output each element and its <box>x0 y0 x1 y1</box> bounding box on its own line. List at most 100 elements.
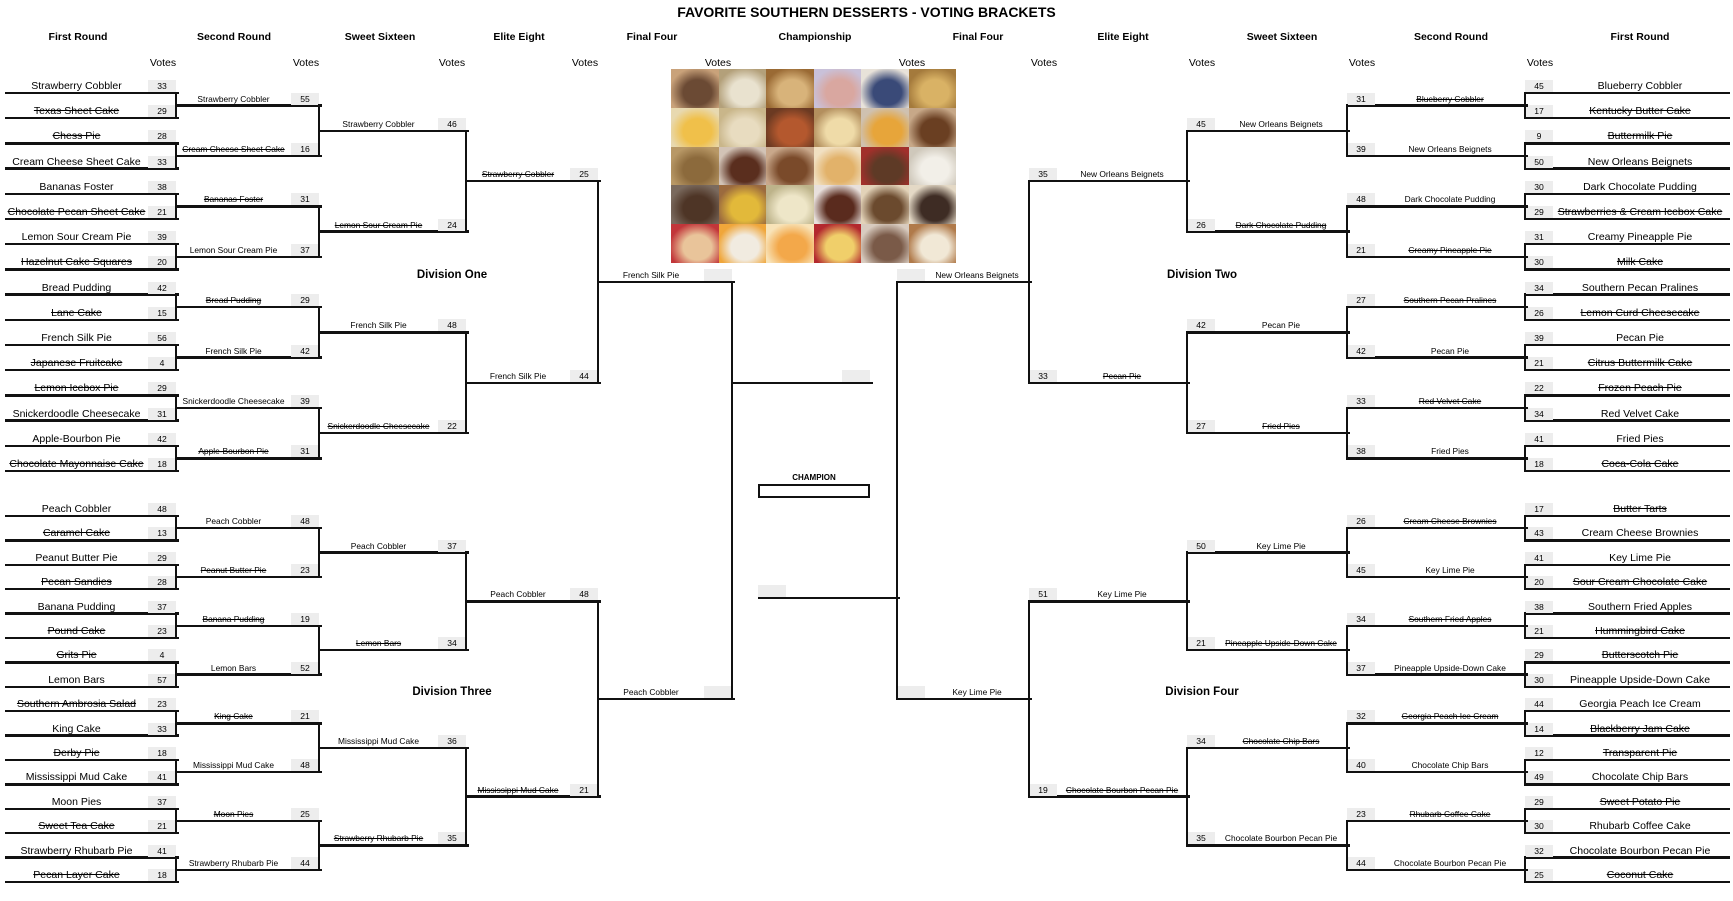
vote-count[interactable]: 18 <box>1525 458 1553 470</box>
vote-count[interactable]: 25 <box>1525 869 1553 881</box>
vote-count[interactable]: 29 <box>1525 649 1553 662</box>
vote-count[interactable]: 40 <box>1347 759 1375 772</box>
vote-count[interactable]: 42 <box>148 281 176 294</box>
vote-count[interactable]: 37 <box>148 795 176 808</box>
vote-count[interactable]: 42 <box>148 432 176 445</box>
vote-count[interactable] <box>842 370 870 382</box>
vote-count[interactable]: 42 <box>291 344 319 357</box>
vote-count[interactable]: 48 <box>291 515 319 528</box>
vote-count[interactable]: 42 <box>1347 344 1375 357</box>
vote-count[interactable]: 30 <box>1525 180 1553 193</box>
vote-count[interactable]: 32 <box>1525 844 1553 857</box>
vote-count[interactable]: 18 <box>148 869 176 881</box>
vote-count[interactable] <box>704 686 732 698</box>
vote-count[interactable]: 24 <box>438 218 466 231</box>
vote-count[interactable]: 9 <box>1525 130 1553 143</box>
vote-count[interactable]: 37 <box>291 243 319 256</box>
vote-count[interactable]: 48 <box>291 759 319 772</box>
vote-count[interactable]: 57 <box>148 673 176 686</box>
vote-count[interactable]: 28 <box>148 576 176 589</box>
vote-count[interactable]: 27 <box>1187 420 1215 433</box>
vote-count[interactable]: 41 <box>148 771 176 784</box>
vote-count[interactable]: 33 <box>148 80 176 92</box>
vote-count[interactable]: 33 <box>1347 395 1375 407</box>
vote-count[interactable]: 31 <box>1525 231 1553 244</box>
vote-count[interactable]: 45 <box>1187 117 1215 130</box>
vote-count[interactable]: 38 <box>148 180 176 193</box>
vote-count[interactable] <box>704 269 732 281</box>
vote-count[interactable]: 33 <box>148 155 176 168</box>
vote-count[interactable]: 39 <box>1347 143 1375 155</box>
vote-count[interactable]: 13 <box>148 527 176 540</box>
vote-count[interactable]: 49 <box>1525 771 1553 784</box>
vote-count[interactable]: 27 <box>1347 294 1375 307</box>
vote-count[interactable]: 12 <box>1525 747 1553 759</box>
vote-count[interactable]: 21 <box>1525 357 1553 370</box>
vote-count[interactable]: 14 <box>1525 722 1553 735</box>
vote-count[interactable]: 29 <box>291 294 319 307</box>
vote-count[interactable]: 41 <box>1525 551 1553 564</box>
vote-count[interactable]: 48 <box>148 503 176 515</box>
vote-count[interactable]: 45 <box>1525 80 1553 92</box>
vote-count[interactable]: 26 <box>1525 306 1553 319</box>
vote-count[interactable]: 21 <box>291 710 319 723</box>
vote-count[interactable]: 50 <box>1525 155 1553 168</box>
vote-count[interactable]: 29 <box>148 382 176 395</box>
vote-count[interactable] <box>758 585 786 597</box>
vote-count[interactable]: 31 <box>291 193 319 206</box>
vote-count[interactable]: 33 <box>148 722 176 735</box>
vote-count[interactable]: 21 <box>148 820 176 833</box>
vote-count[interactable]: 35 <box>1187 832 1215 845</box>
vote-count[interactable]: 44 <box>1525 698 1553 711</box>
vote-count[interactable]: 29 <box>1525 206 1553 218</box>
vote-count[interactable]: 35 <box>438 832 466 845</box>
vote-count[interactable]: 42 <box>1187 319 1215 332</box>
vote-count[interactable]: 19 <box>291 612 319 625</box>
vote-count[interactable]: 37 <box>438 539 466 552</box>
vote-count[interactable]: 56 <box>148 332 176 344</box>
vote-count[interactable]: 41 <box>148 844 176 857</box>
vote-count[interactable]: 29 <box>1525 795 1553 808</box>
vote-count[interactable]: 25 <box>291 808 319 820</box>
vote-count[interactable]: 19 <box>1029 783 1057 796</box>
vote-count[interactable]: 21 <box>1187 637 1215 650</box>
vote-count[interactable]: 38 <box>1347 445 1375 458</box>
vote-count[interactable]: 22 <box>1525 382 1553 395</box>
vote-count[interactable]: 17 <box>1525 503 1553 515</box>
vote-count[interactable]: 23 <box>291 564 319 576</box>
vote-count[interactable]: 44 <box>570 369 598 382</box>
vote-count[interactable]: 51 <box>1029 588 1057 601</box>
vote-count[interactable]: 48 <box>1347 193 1375 206</box>
vote-count[interactable]: 46 <box>438 117 466 130</box>
vote-count[interactable]: 31 <box>291 445 319 458</box>
vote-count[interactable]: 21 <box>148 206 176 218</box>
vote-count[interactable]: 34 <box>1347 612 1375 625</box>
vote-count[interactable]: 18 <box>148 458 176 470</box>
vote-count[interactable]: 43 <box>1525 527 1553 540</box>
vote-count[interactable]: 52 <box>291 661 319 674</box>
vote-count[interactable]: 22 <box>438 420 466 433</box>
vote-count[interactable]: 34 <box>1525 281 1553 294</box>
vote-count[interactable]: 26 <box>1347 515 1375 528</box>
vote-count[interactable]: 37 <box>1347 661 1375 674</box>
vote-count[interactable]: 34 <box>1525 407 1553 420</box>
vote-count[interactable]: 17 <box>1525 105 1553 118</box>
vote-count[interactable]: 15 <box>148 306 176 319</box>
vote-count[interactable]: 48 <box>570 588 598 601</box>
vote-count[interactable]: 30 <box>1525 673 1553 686</box>
vote-count[interactable]: 39 <box>148 231 176 244</box>
vote-count[interactable]: 28 <box>148 130 176 143</box>
vote-count[interactable]: 50 <box>1187 539 1215 552</box>
vote-count[interactable]: 38 <box>1525 600 1553 613</box>
vote-count[interactable]: 39 <box>1525 332 1553 344</box>
vote-count[interactable]: 48 <box>438 319 466 332</box>
vote-count[interactable] <box>897 686 925 698</box>
vote-count[interactable]: 41 <box>1525 432 1553 445</box>
vote-count[interactable]: 18 <box>148 747 176 759</box>
vote-count[interactable]: 36 <box>438 734 466 747</box>
vote-count[interactable]: 21 <box>1525 625 1553 637</box>
vote-count[interactable] <box>897 269 925 281</box>
vote-count[interactable]: 4 <box>148 649 176 662</box>
vote-count[interactable]: 23 <box>148 625 176 637</box>
vote-count[interactable]: 32 <box>1347 710 1375 723</box>
